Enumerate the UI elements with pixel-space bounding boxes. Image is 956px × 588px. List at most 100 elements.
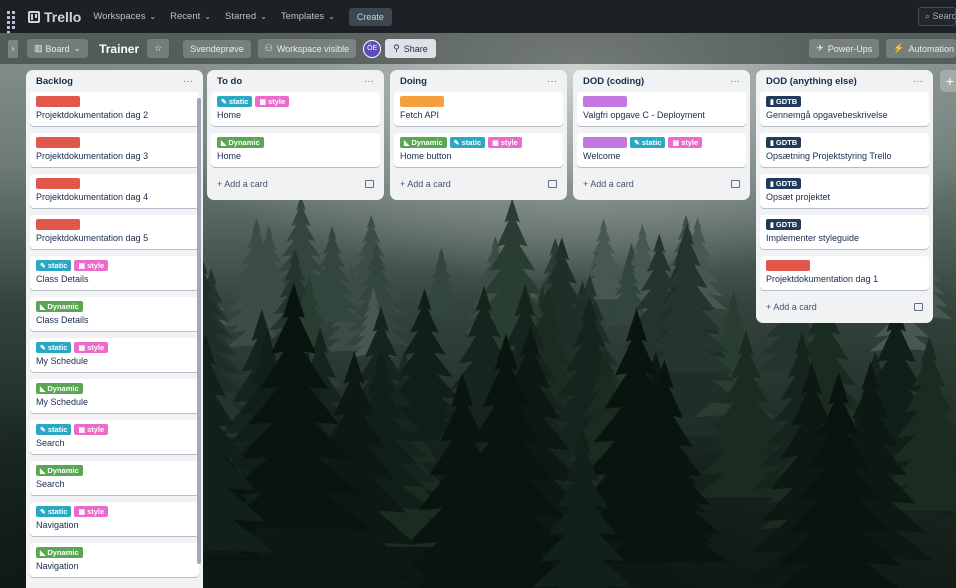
card-label[interactable] [583, 96, 627, 107]
card-label[interactable]: ◣ Dynamic [36, 301, 83, 312]
card-labels [36, 137, 193, 148]
card[interactable]: ◣ Dynamic Class Details [30, 297, 199, 331]
card-label[interactable]: ▮ GDTB [766, 178, 802, 189]
card[interactable]: Projektdokumentation dag 4 [30, 174, 199, 208]
nav-starred[interactable]: Starred ⌄ [225, 11, 267, 22]
list-menu-icon[interactable]: ··· [547, 76, 557, 87]
add-list-button[interactable]: + [940, 70, 956, 92]
card-label[interactable] [36, 219, 80, 230]
card-label[interactable]: ✎ static [630, 137, 666, 148]
card[interactable]: ◣ Dynamic My Schedule [30, 379, 199, 413]
list-title[interactable]: DOD (coding) [583, 76, 644, 87]
card[interactable]: ✎ static ▦ style Home [211, 92, 380, 126]
card[interactable]: ▮ GDTB Opsæt projektet [760, 174, 929, 208]
card[interactable]: ✎ static ▦ style Welcome [577, 133, 746, 167]
card-label[interactable]: ▮ GDTB [766, 219, 802, 230]
add-card-button[interactable]: + Add a card [577, 174, 746, 194]
list-title[interactable]: DOD (anything else) [766, 76, 857, 87]
card-label-text: style [500, 138, 518, 147]
add-card-button[interactable]: + Add a card [760, 297, 929, 317]
card-label[interactable]: ▦ style [74, 506, 109, 517]
list-title[interactable]: Backlog [36, 76, 73, 87]
card[interactable]: Projektdokumentation dag 2 [30, 92, 199, 126]
card-label[interactable]: ✎ static [36, 342, 72, 353]
star-board-button[interactable]: ☆ [147, 39, 170, 58]
card[interactable]: ◣ Dynamic ✎ static ▦ style Home button [394, 133, 563, 167]
card-label[interactable]: ✎ static [217, 96, 253, 107]
card[interactable]: ◣ Dynamic Navigation [30, 543, 199, 577]
card[interactable]: ◣ Dynamic Home [211, 133, 380, 167]
board-title[interactable]: Trainer [99, 42, 139, 56]
card[interactable]: Projektdokumentation dag 5 [30, 215, 199, 249]
card[interactable]: ✎ static ▦ style Search [30, 420, 199, 454]
card-label[interactable]: ✎ static [36, 260, 72, 271]
card-label[interactable]: ◣ Dynamic [400, 137, 447, 148]
share-button[interactable]: ⚲ Share [385, 39, 436, 58]
avatar[interactable]: ÖE [363, 39, 382, 58]
list-scrollbar-thumb[interactable] [197, 98, 201, 564]
card[interactable]: Projektdokumentation dag 1 [760, 256, 929, 290]
powerups-button[interactable]: ✈ Power-Ups [809, 39, 880, 58]
nav-recent[interactable]: Recent ⌄ [170, 11, 211, 22]
workspace-button[interactable]: Svendeprøve [183, 39, 251, 58]
card-label[interactable]: ▦ style [488, 137, 522, 148]
visibility-button[interactable]: ⚇ Workspace visible [257, 39, 357, 58]
list-menu-icon[interactable]: ··· [364, 76, 374, 87]
nav-workspaces[interactable]: Workspaces ⌄ [93, 11, 156, 22]
card-label[interactable]: ◣ Dynamic [36, 547, 83, 558]
card[interactable]: ◣ Dynamic Search [30, 461, 199, 495]
card[interactable]: ✎ static ▦ style Class Details [30, 256, 199, 290]
card[interactable]: ✎ static ▦ style Navigation [30, 502, 199, 536]
card-label[interactable]: ▦ style [74, 260, 109, 271]
nav-templates[interactable]: Templates ⌄ [281, 11, 335, 22]
card[interactable]: Fetch API [394, 92, 563, 126]
expand-sidebar-button[interactable]: › [8, 39, 18, 58]
automation-button[interactable]: ⚡ Automation [886, 39, 956, 58]
card[interactable]: Valgfri opgave C - Deployment [577, 92, 746, 126]
card-title: Projektdokumentation dag 1 [766, 274, 879, 284]
chevron-down-icon: ⌄ [328, 12, 335, 21]
card-label[interactable] [766, 260, 810, 271]
card-label[interactable] [36, 96, 80, 107]
card-label[interactable] [36, 178, 80, 189]
card-template-icon[interactable] [548, 180, 557, 188]
card-label[interactable]: ▮ GDTB [766, 96, 802, 107]
list-title[interactable]: Doing [400, 76, 427, 87]
card-label[interactable]: ▦ style [668, 137, 703, 148]
card[interactable]: ✎ static ▦ style My Schedule [30, 338, 199, 372]
card-template-icon[interactable] [914, 303, 923, 311]
apps-grid-icon[interactable] [6, 10, 20, 34]
card-label[interactable]: ✎ static [36, 424, 72, 435]
card-label[interactable]: ▦ style [255, 96, 290, 107]
card-label[interactable]: ▦ style [74, 424, 109, 435]
card[interactable]: ▮ GDTB Implementer styleguide [760, 215, 929, 249]
list-menu-icon[interactable]: ··· [183, 76, 193, 87]
card-label[interactable] [583, 137, 627, 148]
trello-logo[interactable]: Trello [28, 9, 81, 25]
card[interactable]: ▮ GDTB Opsætning Projektstyring Trello [760, 133, 929, 167]
card-label[interactable]: ◣ Dynamic [36, 465, 83, 476]
add-card-button[interactable]: + Add a card [30, 584, 199, 588]
card-label[interactable]: ✎ static [449, 137, 486, 148]
add-card-button[interactable]: + Add a card [394, 174, 563, 194]
search-input[interactable]: ⌕ Search [918, 7, 956, 26]
card-template-icon[interactable] [731, 180, 740, 188]
leaf-icon: ◣ [40, 303, 46, 311]
list-menu-icon[interactable]: ··· [913, 76, 923, 87]
list-title[interactable]: To do [217, 76, 242, 87]
card[interactable]: Projektdokumentation dag 3 [30, 133, 199, 167]
card-label[interactable] [400, 96, 444, 107]
board-view-switcher[interactable]: ▥ Board ⌄ [27, 39, 89, 58]
create-button[interactable]: Create [348, 7, 392, 26]
card-label[interactable]: ✎ static [36, 506, 72, 517]
card-label[interactable] [36, 137, 80, 148]
add-card-button[interactable]: + Add a card [211, 174, 380, 194]
list-menu-icon[interactable]: ··· [730, 76, 740, 87]
card-label[interactable]: ▮ GDTB [766, 137, 802, 148]
card-label[interactable]: ▦ style [74, 342, 109, 353]
card-label[interactable]: ◣ Dynamic [217, 137, 264, 148]
card-template-icon[interactable] [365, 180, 374, 188]
card[interactable]: ▮ GDTB Gennemgå opgavebeskrivelse [760, 92, 929, 126]
list-scrollbar[interactable] [197, 98, 201, 564]
card-label[interactable]: ◣ Dynamic [36, 383, 83, 394]
